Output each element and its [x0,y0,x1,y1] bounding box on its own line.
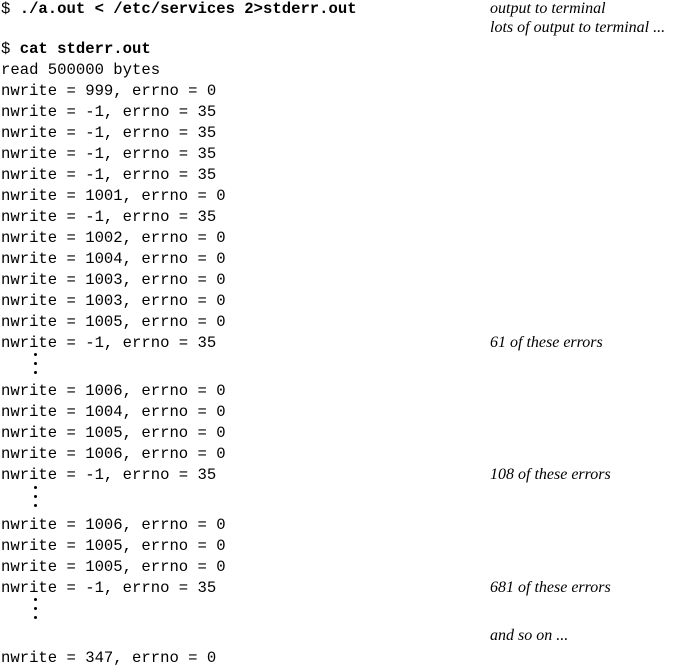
output-line: nwrite = -1, errno = 35 [0,208,683,229]
error-line-3: nwrite = -1, errno = 35 [1,579,217,597]
nwrite-line: nwrite = 1005, errno = 0 [1,558,226,576]
and-so-on-note: and so on ... [490,627,569,644]
command-1-note-row: lots of output to terminal ... [0,19,683,40]
output-line: nwrite = 1002, errno = 0 [0,229,683,250]
output-line: nwrite = 1003, errno = 0 [0,292,683,313]
error-note-3: 681 of these errors [490,579,611,596]
output-line: nwrite = -1, errno = 35 [0,103,683,124]
output-line: nwrite = 1005, errno = 0 [0,558,683,579]
output-line: nwrite = 1001, errno = 0 [0,187,683,208]
prompt-symbol: $ [1,40,11,58]
output-line: read 500000 bytes [0,61,683,82]
error-line-1-row: nwrite = -1, errno = 35 61 of these erro… [0,334,683,355]
nwrite-line: nwrite = 1006, errno = 0 [1,445,226,463]
output-line: nwrite = 999, errno = 0 [0,82,683,103]
error-line-3-row: nwrite = -1, errno = 35 681 of these err… [0,579,683,600]
output-line: nwrite = 1005, errno = 0 [0,424,683,445]
error-note-1: 61 of these errors [490,334,603,351]
nwrite-line: nwrite = -1, errno = 35 [1,145,217,163]
and-so-on-row: and so on ... [0,627,683,648]
command-1: $ ./a.out < /etc/services 2>stderr.out [1,0,357,18]
vertical-ellipsis-icon [34,597,40,621]
nwrite-line: nwrite = -1, errno = 35 [1,103,217,121]
command-line-1: $ ./a.out < /etc/services 2>stderr.out o… [0,0,683,21]
nwrite-line: nwrite = 1001, errno = 0 [1,187,226,205]
final-output-line: nwrite = 347, errno = 0 [0,649,683,667]
output-line: nwrite = -1, errno = 35 [0,145,683,166]
nwrite-line: nwrite = -1, errno = 35 [1,208,217,226]
command-1-text: ./a.out < /etc/services 2>stderr.out [19,0,357,18]
nwrite-line: nwrite = -1, errno = 35 [1,124,217,142]
output-line: nwrite = 1004, errno = 0 [0,250,683,271]
read-line: read 500000 bytes [1,61,161,79]
command-2: $ cat stderr.out [1,40,151,58]
nwrite-line: nwrite = 1004, errno = 0 [1,250,226,268]
nwrite-line: nwrite = 1005, errno = 0 [1,537,226,555]
nwrite-line: nwrite = 1006, errno = 0 [1,382,226,400]
nwrite-line: nwrite = 1005, errno = 0 [1,424,226,442]
command-1-note-2: lots of output to terminal ... [490,19,666,36]
output-line: nwrite = 1004, errno = 0 [0,403,683,424]
output-line: nwrite = -1, errno = 35 [0,124,683,145]
output-line: nwrite = 1005, errno = 0 [0,537,683,558]
nwrite-line: nwrite = 1002, errno = 0 [1,229,226,247]
error-note-2: 108 of these errors [490,466,611,483]
output-line: nwrite = 1005, errno = 0 [0,313,683,334]
final-line: nwrite = 347, errno = 0 [1,649,217,667]
error-line-1: nwrite = -1, errno = 35 [1,334,217,352]
nwrite-line: nwrite = 1005, errno = 0 [1,313,226,331]
output-line: nwrite = 1006, errno = 0 [0,382,683,403]
vertical-ellipsis-icon [34,352,40,376]
error-line-2: nwrite = -1, errno = 35 [1,466,217,484]
terminal-transcript: $ ./a.out < /etc/services 2>stderr.out o… [0,0,683,667]
nwrite-line: nwrite = 1003, errno = 0 [1,271,226,289]
error-line-2-row: nwrite = -1, errno = 35 108 of these err… [0,466,683,487]
command-2-text: cat stderr.out [19,40,151,58]
nwrite-line: nwrite = 1004, errno = 0 [1,403,226,421]
nwrite-line: nwrite = 1006, errno = 0 [1,516,226,534]
nwrite-line: nwrite = -1, errno = 35 [1,166,217,184]
nwrite-line: nwrite = 1003, errno = 0 [1,292,226,310]
output-line: nwrite = -1, errno = 35 [0,166,683,187]
command-1-note: output to terminal [490,0,606,17]
output-line: nwrite = 1003, errno = 0 [0,271,683,292]
nwrite-line: nwrite = 999, errno = 0 [1,82,217,100]
prompt-symbol: $ [1,0,11,18]
output-line: nwrite = 1006, errno = 0 [0,516,683,537]
command-line-2: $ cat stderr.out [0,40,683,61]
output-line: nwrite = 1006, errno = 0 [0,445,683,466]
vertical-ellipsis-icon [34,485,40,509]
